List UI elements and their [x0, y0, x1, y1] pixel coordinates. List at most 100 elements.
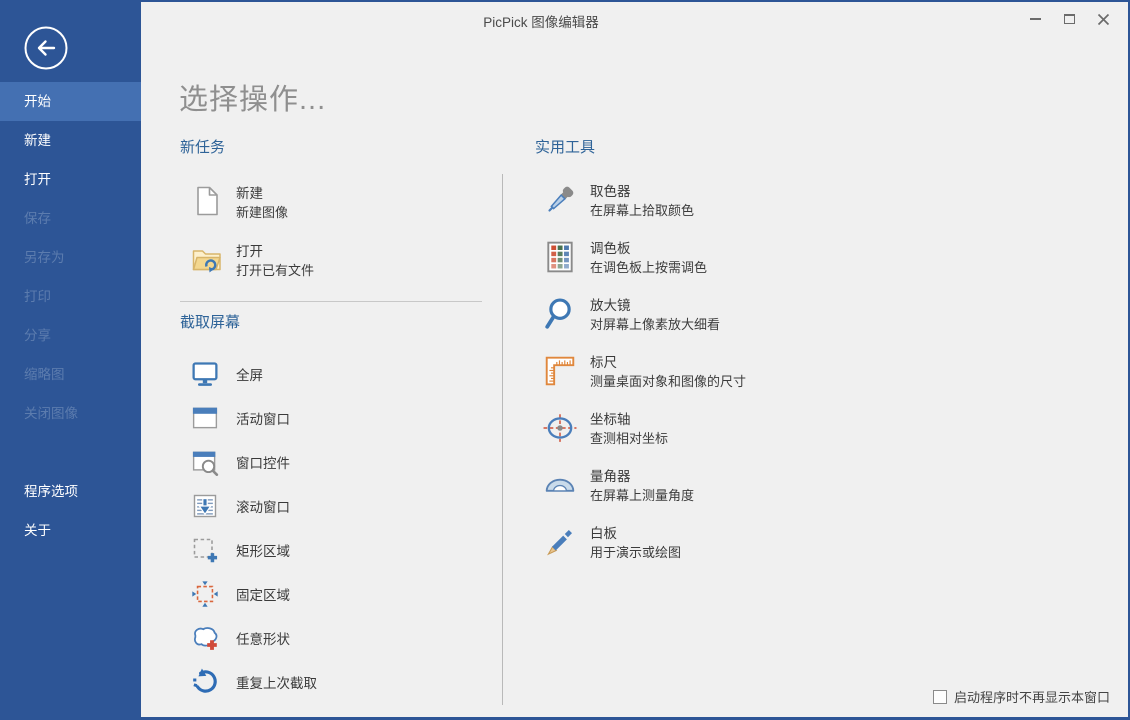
- close-button[interactable]: [1086, 5, 1120, 33]
- capture-fullscreen[interactable]: 全屏: [180, 360, 485, 388]
- left-column: 新任务 新建 新建图像 打开: [180, 139, 485, 712]
- ruler-icon: [543, 354, 577, 388]
- crosshair-icon: [543, 411, 577, 445]
- item-title: 打开: [236, 243, 314, 261]
- picpick-window: PicPick 图像编辑器 开始 新建 打开 保存 另存为 打印 分: [0, 0, 1130, 720]
- new-image-item[interactable]: 新建 新建图像: [180, 185, 485, 221]
- section-header-tools: 实用工具: [535, 139, 880, 157]
- capture-freeform[interactable]: 任意形状: [180, 624, 485, 652]
- tool-subtitle: 用于演示或绘图: [590, 543, 681, 562]
- fixed-region-icon: [191, 580, 219, 608]
- sidebar: 开始 新建 打开 保存 另存为 打印 分享 缩略图 关闭图像 程序选项 关于: [0, 2, 141, 717]
- tool-subtitle: 在屏幕上拾取颜色: [590, 201, 694, 220]
- capture-label: 矩形区域: [236, 540, 290, 560]
- sidebar-item-about[interactable]: 关于: [0, 511, 141, 550]
- capture-label: 滚动窗口: [236, 496, 290, 516]
- tool-title: 放大镜: [590, 297, 720, 315]
- tool-title: 坐标轴: [590, 411, 668, 429]
- magnifier-icon: [543, 297, 577, 331]
- startup-option: 启动程序时不再显示本窗口: [933, 687, 1110, 706]
- item-text: 白板 用于演示或绘图: [590, 525, 681, 563]
- capture-fixed-region[interactable]: 固定区域: [180, 580, 485, 608]
- sidebar-menu: 开始 新建 打开 保存 另存为 打印 分享 缩略图 关闭图像 程序选项 关于: [0, 82, 141, 550]
- capture-active-window[interactable]: 活动窗口: [180, 404, 485, 432]
- capture-label: 窗口控件: [236, 452, 290, 472]
- right-column: 实用工具 取色器 在屏幕上拾取颜色: [535, 139, 880, 582]
- color-palette-icon: [543, 240, 577, 274]
- item-subtitle: 新建图像: [236, 203, 288, 222]
- maximize-button[interactable]: [1052, 5, 1086, 33]
- window-control-icon: [191, 448, 219, 476]
- item-text: 坐标轴 查测相对坐标: [590, 411, 668, 449]
- capture-label: 活动窗口: [236, 408, 290, 428]
- window-controls: [1018, 2, 1120, 36]
- active-window-icon: [191, 404, 219, 432]
- maximize-icon: [1064, 14, 1075, 24]
- sidebar-gap: [0, 433, 141, 472]
- close-icon: [1097, 13, 1110, 26]
- tool-subtitle: 在屏幕上测量角度: [590, 486, 694, 505]
- sidebar-item-save-as: 另存为: [0, 238, 141, 277]
- section-header-new-tasks: 新任务: [180, 139, 485, 157]
- tool-title: 量角器: [590, 468, 694, 486]
- open-folder-icon: [191, 243, 223, 275]
- sidebar-item-save: 保存: [0, 199, 141, 238]
- repeat-last-capture-icon: [191, 668, 219, 696]
- tool-subtitle: 查测相对坐标: [590, 429, 668, 448]
- sidebar-item-print: 打印: [0, 277, 141, 316]
- capture-label: 全屏: [236, 364, 263, 384]
- item-text: 新建 新建图像: [236, 185, 288, 221]
- startup-checkbox[interactable]: [933, 690, 947, 704]
- sidebar-item-close-image: 关闭图像: [0, 394, 141, 433]
- screen-capture-list: 全屏 活动窗口 窗口控件: [180, 360, 485, 696]
- capture-label: 固定区域: [236, 584, 290, 604]
- startup-checkbox-label: 启动程序时不再显示本窗口: [954, 687, 1110, 706]
- new-task-list: 新建 新建图像 打开 打开已有文件: [180, 185, 485, 279]
- capture-label: 重复上次截取: [236, 672, 317, 692]
- scrolling-window-icon: [191, 492, 219, 520]
- back-arrow-icon: [23, 25, 69, 71]
- protractor-icon: [543, 468, 577, 502]
- new-file-icon: [191, 185, 223, 217]
- item-text: 调色板 在调色板上按需调色: [590, 240, 707, 278]
- capture-label: 任意形状: [236, 628, 290, 648]
- item-text: 打开 打开已有文件: [236, 243, 314, 279]
- tool-title: 取色器: [590, 183, 694, 201]
- rectangle-region-icon: [191, 536, 219, 564]
- item-text: 标尺 测量桌面对象和图像的尺寸: [590, 354, 746, 392]
- fullscreen-icon: [191, 360, 219, 388]
- sidebar-item-options[interactable]: 程序选项: [0, 472, 141, 511]
- tool-color-palette[interactable]: 调色板 在调色板上按需调色: [535, 240, 880, 278]
- window-title: PicPick 图像编辑器: [141, 11, 941, 31]
- item-text: 取色器 在屏幕上拾取颜色: [590, 183, 694, 221]
- sidebar-item-new[interactable]: 新建: [0, 121, 141, 160]
- capture-rectangle-region[interactable]: 矩形区域: [180, 536, 485, 564]
- open-file-item[interactable]: 打开 打开已有文件: [180, 243, 485, 279]
- tool-ruler[interactable]: 标尺 测量桌面对象和图像的尺寸: [535, 354, 880, 392]
- tool-protractor[interactable]: 量角器 在屏幕上测量角度: [535, 468, 880, 506]
- back-button[interactable]: [23, 25, 69, 71]
- tool-title: 调色板: [590, 240, 707, 258]
- title-bar: PicPick 图像编辑器: [141, 2, 1128, 36]
- sidebar-item-open[interactable]: 打开: [0, 160, 141, 199]
- capture-window-control[interactable]: 窗口控件: [180, 448, 485, 476]
- capture-repeat-last[interactable]: 重复上次截取: [180, 668, 485, 696]
- section-header-screen-capture: 截取屏幕: [180, 314, 485, 332]
- sidebar-item-start[interactable]: 开始: [0, 82, 141, 121]
- item-text: 量角器 在屏幕上测量角度: [590, 468, 694, 506]
- page-title: 选择操作...: [179, 76, 326, 118]
- tool-subtitle: 对屏幕上像素放大细看: [590, 315, 720, 334]
- minimize-icon: [1030, 18, 1041, 20]
- tool-crosshair[interactable]: 坐标轴 查测相对坐标: [535, 411, 880, 449]
- tool-color-picker[interactable]: 取色器 在屏幕上拾取颜色: [535, 183, 880, 221]
- tool-magnifier[interactable]: 放大镜 对屏幕上像素放大细看: [535, 297, 880, 335]
- capture-scrolling-window[interactable]: 滚动窗口: [180, 492, 485, 520]
- minimize-button[interactable]: [1018, 5, 1052, 33]
- item-text: 放大镜 对屏幕上像素放大细看: [590, 297, 720, 335]
- tool-subtitle: 测量桌面对象和图像的尺寸: [590, 372, 746, 391]
- tool-list: 取色器 在屏幕上拾取颜色 调色板 在调色板上按需调色: [535, 183, 880, 563]
- sidebar-item-thumbnail: 缩略图: [0, 355, 141, 394]
- tool-whiteboard[interactable]: 白板 用于演示或绘图: [535, 525, 880, 563]
- freeform-icon: [191, 624, 219, 652]
- item-title: 新建: [236, 185, 288, 203]
